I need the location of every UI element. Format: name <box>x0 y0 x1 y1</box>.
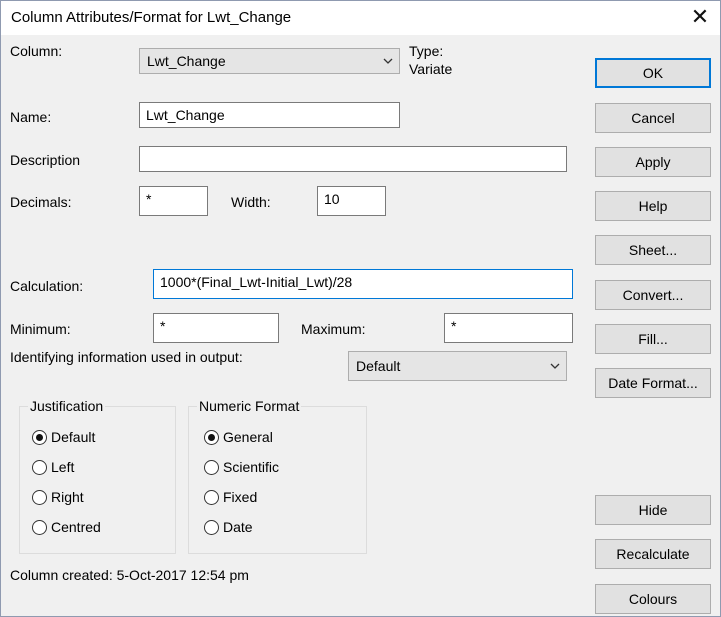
identifying-select[interactable]: Default <box>348 351 567 381</box>
chevron-down-icon <box>550 363 560 369</box>
radio-label: Fixed <box>223 489 258 505</box>
help-button[interactable]: Help <box>595 191 711 221</box>
name-label: Name: <box>10 109 52 125</box>
chevron-down-icon <box>383 58 393 64</box>
justification-title: Justification <box>28 398 106 414</box>
column-attributes-dialog: Column Attributes/Format for Lwt_Change … <box>0 0 721 617</box>
column-created-text: Column created: 5-Oct-2017 12:54 pm <box>10 567 249 583</box>
decimals-label: Decimals: <box>10 194 72 210</box>
description-field[interactable] <box>139 146 567 172</box>
calculation-label: Calculation: <box>10 278 84 294</box>
recalculate-button[interactable]: Recalculate <box>595 539 711 569</box>
radio-label: Scientific <box>223 459 280 475</box>
maximum-field[interactable]: * <box>444 313 573 343</box>
decimals-field[interactable]: * <box>139 186 208 216</box>
window-title: Column Attributes/Format for Lwt_Change <box>11 9 292 26</box>
width-field[interactable]: 10 <box>317 186 386 216</box>
apply-button[interactable]: Apply <box>595 147 711 177</box>
column-select-value: Lwt_Change <box>147 53 226 69</box>
column-select[interactable]: Lwt_Change <box>139 48 400 74</box>
justification-group: Justification Default Left Right Centred <box>19 398 176 554</box>
identifying-select-value: Default <box>356 358 401 374</box>
radio-selected-dot <box>208 434 215 441</box>
column-label: Column: <box>10 43 63 59</box>
type-label: Type: <box>409 43 444 59</box>
radio-label: Left <box>51 459 75 475</box>
ok-button[interactable]: OK <box>595 58 711 88</box>
minimum-label: Minimum: <box>10 321 71 337</box>
numeric-format-group: Numeric Format General Scientific Fixed … <box>188 398 367 554</box>
date-format-button[interactable]: Date Format... <box>595 368 711 398</box>
radio-label: General <box>223 429 273 445</box>
type-value: Variate <box>409 61 453 77</box>
radio-label: Date <box>223 519 253 535</box>
width-label: Width: <box>231 194 271 210</box>
convert-button[interactable]: Convert... <box>595 280 711 310</box>
numeric-format-title: Numeric Format <box>197 398 302 414</box>
description-label: Description <box>10 152 81 168</box>
colours-button[interactable]: Colours <box>595 584 711 614</box>
title-bar: Column Attributes/Format for Lwt_Change … <box>1 1 720 35</box>
radio-label: Right <box>51 489 84 505</box>
fill-button[interactable]: Fill... <box>595 324 711 354</box>
name-field[interactable]: Lwt_Change <box>139 102 400 128</box>
hide-button[interactable]: Hide <box>595 495 711 525</box>
radio-label: Centred <box>51 519 101 535</box>
cancel-button[interactable]: Cancel <box>595 103 711 133</box>
radio-label: Default <box>51 429 96 445</box>
minimum-field[interactable]: * <box>153 313 279 343</box>
calculation-field[interactable]: 1000*(Final_Lwt-Initial_Lwt)/28 <box>153 269 573 299</box>
identifying-label: Identifying information used in output: <box>10 349 243 365</box>
close-icon[interactable]: ✕ <box>685 4 715 30</box>
sheet-button[interactable]: Sheet... <box>595 235 711 265</box>
radio-selected-dot <box>36 434 43 441</box>
maximum-label: Maximum: <box>301 321 366 337</box>
